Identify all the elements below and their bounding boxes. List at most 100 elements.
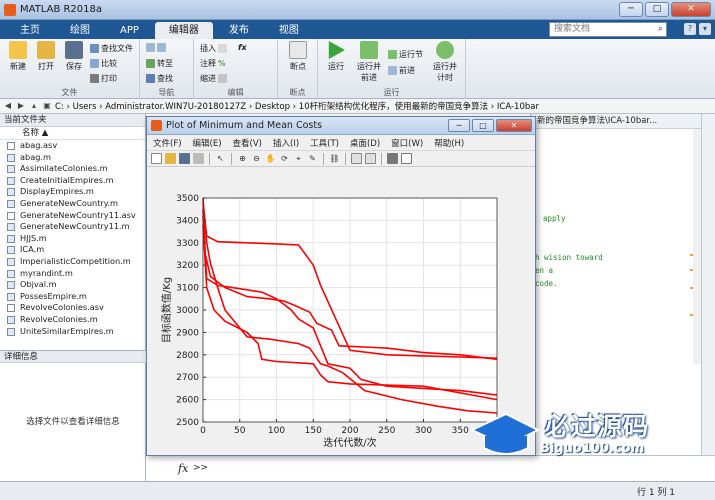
find-button[interactable]: 查找 [146,73,173,84]
file-list-item[interactable]: AssimilateColonies.m [0,163,145,175]
open-file-icon[interactable] [165,153,176,164]
file-list-item[interactable]: ImperialisticCompetition.m [0,256,145,268]
menu-insert[interactable]: 插入(I) [273,137,299,149]
comment-button[interactable]: 注释 % [200,58,226,69]
figure-close-button[interactable]: ✕ [496,119,532,132]
file-list-item[interactable]: RevolveColonies.asv [0,302,145,314]
nav-back-forward[interactable] [146,43,166,52]
name-column-header[interactable]: 名称 ▲ [0,127,145,140]
forward-arrow-icon[interactable]: ▶ [16,101,26,111]
x-tick-label: 0 [200,426,206,436]
tab-publish[interactable]: 发布 [215,22,263,39]
brush-icon[interactable]: ✎ [307,153,318,164]
file-list-item[interactable]: UniteSimilarEmpires.m [0,326,145,338]
breakpoints-button[interactable]: 断点 [286,41,310,72]
file-list-item[interactable]: GenerateNewCountry11.m [0,221,145,233]
indent-button[interactable]: 缩进 [200,73,227,84]
tab-editor[interactable]: 编辑器 [154,22,213,39]
file-list-item[interactable]: DisplayEmpires.m [0,186,145,198]
file-list-item[interactable]: Objval.m [0,279,145,291]
new-button[interactable]: 新建 [6,41,30,72]
tab-home[interactable]: 主页 [6,22,54,39]
x-tick-label: 100 [268,426,285,436]
pointer-icon[interactable]: ↖ [215,153,226,164]
maximize-button[interactable]: □ [645,2,669,17]
figure-titlebar[interactable]: Plot of Minimum and Mean Costs ─ □ ✕ [147,117,535,135]
open-button[interactable]: 打开 [34,41,58,72]
file-icon [7,304,15,313]
file-list-item[interactable]: ICA.m [0,244,145,256]
file-list-item[interactable]: RevolveColonies.m [0,314,145,326]
x-tick-label: 200 [341,426,358,436]
goto-button[interactable]: 转至 [146,58,173,69]
compare-button[interactable]: 比较 [90,58,117,69]
up-folder-icon[interactable]: ▴ [29,101,39,111]
search-icon[interactable]: ⌕ [658,24,663,34]
run-section-button[interactable]: 运行节 [388,49,423,60]
help-icon[interactable]: ? [684,23,696,35]
data-cursor-icon[interactable]: ⌖ [293,153,304,164]
colorbar-icon[interactable] [351,153,362,164]
print-figure-icon[interactable] [193,153,204,164]
fx-icon[interactable]: fx [178,462,188,475]
editor-scrollbar[interactable] [693,129,701,364]
file-name: HJJS.m [20,232,47,243]
run-and-time-button[interactable]: 运行并计时 [430,41,460,83]
new-figure-icon[interactable] [151,153,162,164]
menu-edit[interactable]: 编辑(E) [193,137,222,149]
show-tools-icon[interactable] [401,153,412,164]
file-icon [7,292,15,301]
run-group: 运行 运行并前进 运行节 前进 运行并计时 运行 [318,39,466,99]
menu-window[interactable]: 窗口(W) [391,137,423,149]
file-list-item[interactable]: abag.asv [0,140,145,152]
link-icon[interactable]: ⛓ [329,153,340,164]
menu-view[interactable]: 查看(V) [233,137,262,149]
advance-button[interactable]: 前进 [388,65,415,76]
tab-view[interactable]: 视图 [265,22,313,39]
menu-file[interactable]: 文件(F) [153,137,182,149]
menu-desktop[interactable]: 桌面(D) [350,137,380,149]
zoom-out-icon[interactable]: ⊖ [251,153,262,164]
insert-button[interactable]: 插入 [200,43,227,54]
search-input[interactable]: 搜索文档 [549,22,667,37]
file-list-item[interactable]: myrandint.m [0,268,145,280]
run-advance-icon [360,41,378,59]
y-tick-label: 3000 [176,306,199,316]
run-button[interactable]: 运行 [324,41,348,72]
save-figure-icon[interactable] [179,153,190,164]
minimize-button[interactable]: ─ [619,2,643,17]
menu-tools[interactable]: 工具(T) [310,137,339,149]
editor-tab[interactable]: 新的帝国竞争算法\ICA-10bar... [531,114,715,129]
current-path[interactable]: C: › Users › Administrator.WIN7U-2018012… [55,100,539,112]
legend-icon[interactable] [365,153,376,164]
file-list-item[interactable]: CreateInitialEmpires.m [0,175,145,187]
save-button[interactable]: 保存 [62,41,86,72]
run-advance-button[interactable]: 运行并前进 [354,41,384,83]
figure-maximize-button[interactable]: □ [472,119,494,132]
rotate-icon[interactable]: ⟳ [279,153,290,164]
details-panel: 选择文件以查看详细信息 [0,363,146,481]
file-list-item[interactable]: GenerateNewCountry.m [0,198,145,210]
figure-minimize-button[interactable]: ─ [448,119,470,132]
fx-button[interactable]: fx [238,43,247,52]
back-arrow-icon[interactable]: ◀ [3,101,13,111]
file-list-item[interactable]: GenerateNewCountry11.asv [0,210,145,222]
tab-apps[interactable]: APP [106,22,153,39]
file-list-item[interactable]: PossesEmpire.m [0,291,145,303]
print-button[interactable]: 打印 [90,73,117,84]
hide-tools-icon[interactable] [387,153,398,164]
close-button[interactable]: ✕ [671,2,711,17]
browse-folder-icon[interactable]: ▣ [42,101,52,111]
y-tick-label: 3100 [176,284,199,294]
zoom-in-icon[interactable]: ⊕ [237,153,248,164]
file-name: myrandint.m [20,267,73,278]
pan-icon[interactable]: ✋ [265,153,276,164]
file-list-item[interactable]: abag.m [0,152,145,164]
tab-plots[interactable]: 绘图 [56,22,104,39]
community-icon[interactable]: ▾ [699,23,711,35]
menu-help[interactable]: 帮助(H) [434,137,464,149]
breakpoints-group-label: 断点 [289,88,306,97]
file-name: Objval.m [20,279,57,290]
find-files-button[interactable]: 查找文件 [90,43,133,54]
file-list-item[interactable]: HJJS.m [0,233,145,245]
